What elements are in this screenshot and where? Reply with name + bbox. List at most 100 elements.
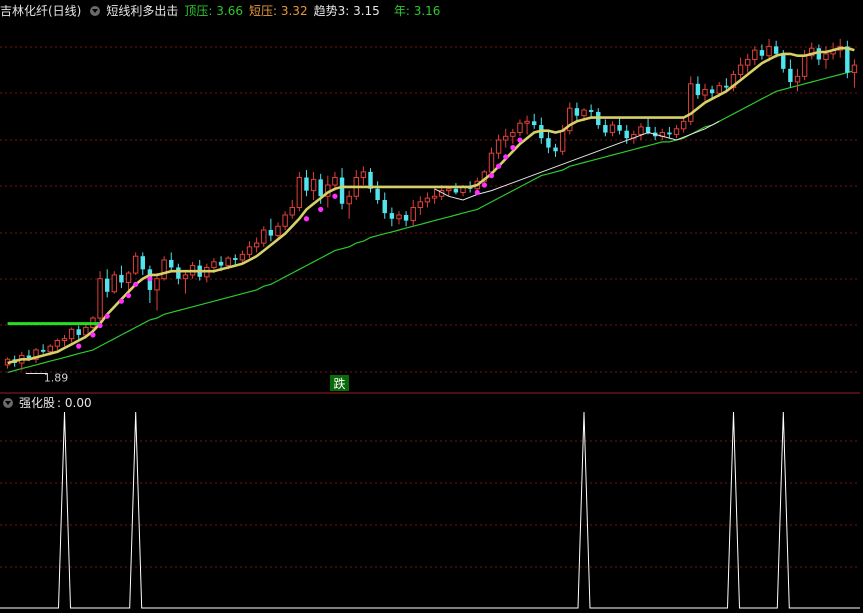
candle-body-down <box>40 349 46 352</box>
candle-body-down <box>233 258 238 260</box>
candle-body-down <box>781 53 786 69</box>
signal-dot <box>90 332 96 338</box>
signal-box: 跌 <box>330 375 349 391</box>
candle <box>809 42 815 60</box>
candle <box>788 59 793 88</box>
signal-dot <box>481 182 487 188</box>
candle-body-down <box>546 138 551 148</box>
legend-year: 年: 3.16 <box>394 1 441 21</box>
legend-short-pressure-label: 短压: <box>248 4 278 18</box>
candle-body-up <box>638 126 644 135</box>
candle-body-down <box>382 200 387 214</box>
sub-collapse-icon[interactable] <box>3 398 13 408</box>
ma-slow-line <box>7 70 855 373</box>
candle-body-up <box>282 214 288 227</box>
candle-body-down <box>169 259 174 268</box>
legend-short-pressure: 短压: 3.32 <box>249 1 308 21</box>
candle-body-up <box>410 206 416 222</box>
signal-dot <box>104 313 110 319</box>
collapse-icon[interactable] <box>90 6 101 16</box>
candle-body-down <box>624 130 629 139</box>
candle-body-down <box>617 125 622 131</box>
legend-top-pressure: 顶压: 3.66 <box>184 1 243 21</box>
candle <box>147 265 153 304</box>
low-price-label: 1.89 <box>44 372 69 385</box>
candle-body-up <box>346 195 352 205</box>
candle-body-up <box>559 130 566 152</box>
candle <box>310 171 317 200</box>
candle <box>368 168 373 193</box>
candle <box>253 237 260 253</box>
legend-trend-value: 3.15 <box>353 4 380 18</box>
chart-canvas: 1.89 跌 <box>0 0 863 613</box>
candle <box>588 104 594 118</box>
candle <box>61 334 68 347</box>
candle <box>667 126 672 139</box>
candle <box>104 269 110 298</box>
candle <box>119 265 124 289</box>
signal-dot <box>76 343 82 349</box>
candle <box>851 59 858 88</box>
candle-body-up <box>332 177 338 186</box>
candle-body-up <box>261 229 267 244</box>
signal-dot <box>125 292 132 299</box>
candle-body-up <box>83 326 89 336</box>
signal-box-label: 跌 <box>333 376 345 391</box>
candle-body-up <box>111 274 118 293</box>
candle <box>659 128 665 141</box>
legend-trend-label: 趋势3: <box>313 4 350 18</box>
candle-body-down <box>403 214 409 221</box>
candle <box>638 123 644 141</box>
candle-body-down <box>140 256 145 270</box>
candle-body-up <box>161 259 167 280</box>
candle-body-up <box>801 55 808 77</box>
candle <box>33 348 39 364</box>
candle <box>396 211 402 225</box>
signal-dot <box>147 276 153 282</box>
candle-body-down <box>176 267 181 279</box>
signal-dot <box>133 281 139 287</box>
candle <box>510 128 516 144</box>
candle-body-down <box>574 108 580 116</box>
sub-indicator-title: 强化股 <box>19 396 56 410</box>
candle <box>140 252 145 275</box>
candle <box>417 196 424 215</box>
candle-body-down <box>773 46 779 54</box>
candle <box>382 192 387 219</box>
candle-body-down <box>588 110 594 112</box>
candle <box>375 181 380 204</box>
candle-body-down <box>453 188 459 193</box>
signal-dot <box>503 154 509 160</box>
candle-body-up <box>431 195 438 199</box>
candle <box>339 168 345 210</box>
candle <box>524 115 530 135</box>
candle-body-up <box>253 242 260 248</box>
legend-short-pressure-value: 3.32 <box>280 4 308 18</box>
candle <box>688 76 694 126</box>
candle <box>673 125 680 139</box>
candle <box>553 143 558 157</box>
candle <box>54 338 61 350</box>
candle <box>360 166 367 186</box>
candle-body-up <box>851 64 858 74</box>
candle-body-up <box>737 64 744 75</box>
candle <box>40 344 46 354</box>
legend-year-label: 年: <box>393 4 410 18</box>
candle-body-up <box>275 225 281 237</box>
candle <box>567 102 573 135</box>
candle <box>752 46 758 66</box>
candle <box>702 83 708 101</box>
candle-body-up <box>702 88 708 96</box>
candle-body-up <box>716 85 722 94</box>
candle-body-up <box>154 278 160 291</box>
candle-body-up <box>225 257 231 267</box>
candle-body-down <box>709 89 715 94</box>
candle-body-up <box>68 328 75 340</box>
main-price-plot[interactable]: 1.89 跌 <box>4 38 858 391</box>
candle-body-up <box>524 120 530 124</box>
candle <box>161 256 167 281</box>
candle <box>546 130 551 154</box>
candle-body-up <box>47 345 53 353</box>
candle <box>845 40 850 79</box>
candle <box>154 273 160 311</box>
